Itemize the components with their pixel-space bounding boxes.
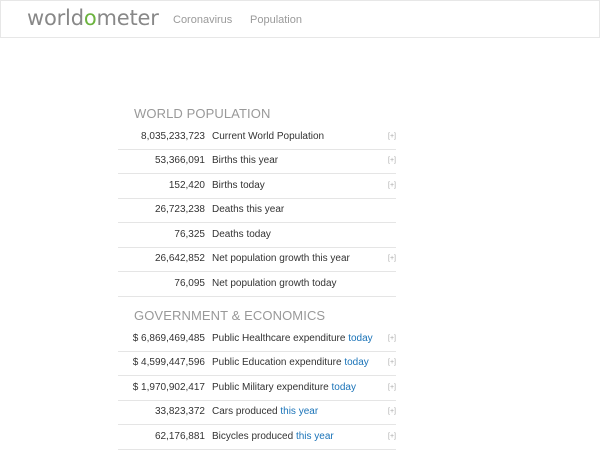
counter-row: 53,366,091 Births this year [+] [118,149,396,174]
counter-label: Cars produced this year [212,400,382,425]
counter-value: 76,095 [118,271,212,297]
counter-value: $ 6,869,469,485 [118,327,212,352]
counter-label: Public Education expenditure today [212,351,382,376]
counter-label-text: Cars produced [212,406,281,418]
counter-label-text: Public Military expenditure [212,381,332,393]
counter-label: Net population growth this year [212,247,382,272]
worldometer-logo[interactable]: worldometer [27,5,159,31]
logo-o-mark: o [83,6,97,30]
counter-row: 76,325 Deaths today [118,222,396,248]
logo-text-world: world [27,6,84,30]
top-navbar: worldometer Coronavirus Population [0,0,600,38]
expand-toggle [382,222,396,248]
counter-value: 76,325 [118,222,212,248]
expand-toggle[interactable]: [+] [382,125,396,150]
counter-period-link[interactable]: today [332,382,356,393]
counter-value: 62,176,881 [118,424,212,450]
counter-row: 8,035,233,723 Current World Population [+] [118,125,396,150]
counter-period-link[interactable]: this year [280,406,318,417]
government-economics-table: $ 6,869,469,485 Public Healthcare expendi… [118,327,396,450]
counter-label: Current World Population [212,125,382,150]
counter-row: $ 4,599,447,596 Public Education expendit… [118,351,396,376]
counter-label-text: Births today [212,179,265,191]
counter-period-link[interactable]: this year [296,431,334,442]
counter-label-text: Births this year [212,155,279,167]
counter-label: Deaths today [212,222,382,248]
expand-toggle[interactable]: [+] [382,149,396,174]
counter-value: 26,642,852 [118,247,212,272]
counter-value: 33,823,372 [118,400,212,425]
section-title-government-economics: GOVERNMENT & ECONOMICS [134,308,326,323]
expand-toggle [382,198,396,223]
counter-label-text: Bicycles produced [212,430,296,442]
counter-label-text: Deaths this year [212,204,285,216]
counter-row: 152,420 Births today [+] [118,173,396,199]
counter-label: Public Military expenditure today [212,375,382,401]
counter-period-link[interactable]: today [344,357,368,368]
expand-toggle[interactable]: [+] [382,247,396,272]
world-population-table: 8,035,233,723 Current World Population [+]… [118,125,396,297]
counter-value: 8,035,233,723 [118,125,212,150]
counter-value: 53,366,091 [118,149,212,174]
counter-label: Deaths this year [212,198,382,223]
counter-row: 76,095 Net population growth today [118,271,396,297]
counter-row: $ 6,869,469,485 Public Healthcare expendi… [118,327,396,352]
counter-label: Births this year [212,149,382,174]
expand-toggle[interactable]: [+] [382,351,396,376]
counter-label-text: Deaths today [212,228,271,240]
counter-value: 152,420 [118,173,212,199]
counter-row: 26,723,238 Deaths this year [118,198,396,223]
counter-label: Bicycles produced this year [212,424,382,450]
counter-label-text: Public Education expenditure [212,357,345,369]
section-title-world-population: WORLD POPULATION [134,106,271,121]
counter-row: 62,176,881 Bicycles produced this year [+] [118,424,396,450]
counter-label-text: Public Healthcare expenditure [212,332,349,344]
counter-label: Births today [212,173,382,199]
counter-value: $ 1,970,902,417 [118,375,212,401]
nav-link-population[interactable]: Population [250,13,302,27]
expand-toggle[interactable]: [+] [382,327,396,352]
expand-toggle[interactable]: [+] [382,173,396,199]
expand-toggle [382,271,396,297]
expand-toggle[interactable]: [+] [382,400,396,425]
counter-label: Net population growth today [212,271,382,297]
nav-link-coronavirus[interactable]: Coronavirus [173,13,232,27]
counter-label: Public Healthcare expenditure today [212,327,382,352]
counter-label-text: Net population growth this year [212,253,350,265]
counter-value: 26,723,238 [118,198,212,223]
counter-label-text: Current World Population [212,130,325,142]
expand-toggle[interactable]: [+] [382,375,396,401]
expand-toggle[interactable]: [+] [382,424,396,450]
counter-row: $ 1,970,902,417 Public Military expenditu… [118,375,396,401]
counter-label-text: Net population growth today [212,277,337,289]
counter-row: 33,823,372 Cars produced this year [+] [118,400,396,425]
counter-row: 26,642,852 Net population growth this yea… [118,247,396,272]
logo-text-meter: meter [96,6,159,30]
counter-period-link[interactable]: today [348,333,372,344]
counter-value: $ 4,599,447,596 [118,351,212,376]
